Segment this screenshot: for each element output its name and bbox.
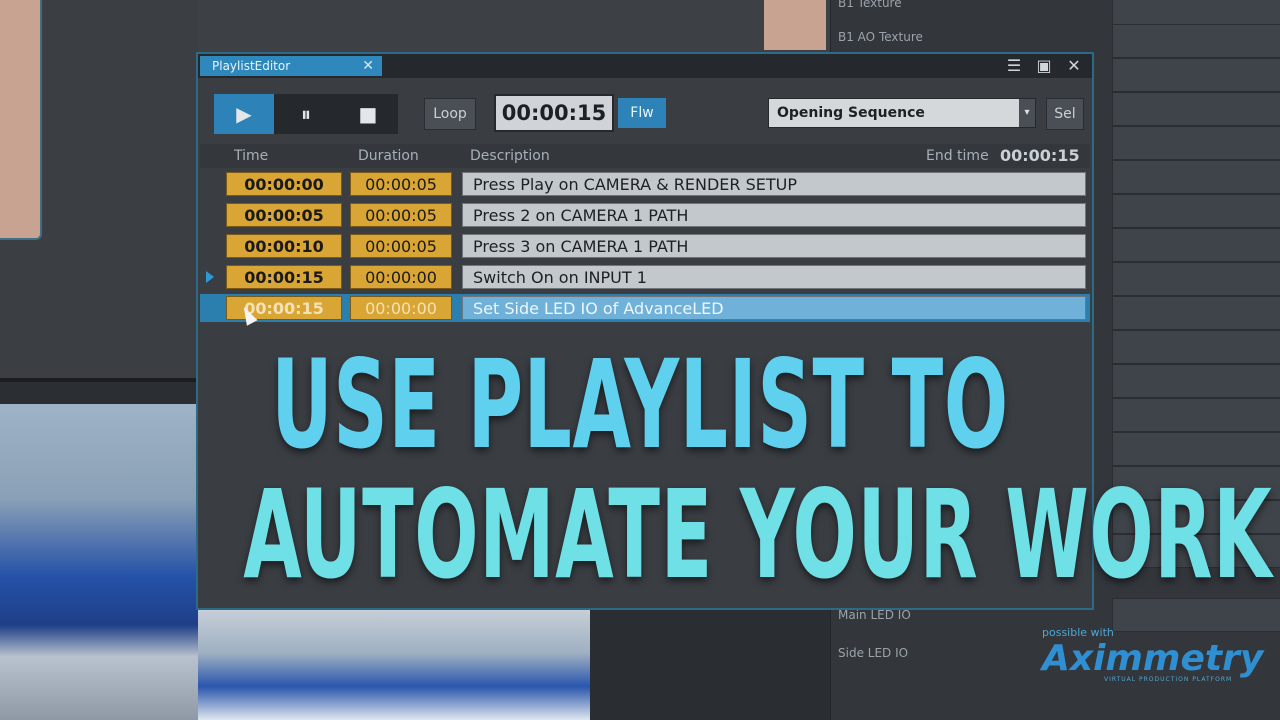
- column-description: Description: [470, 148, 550, 164]
- tab-title: PlaylistEditor: [212, 59, 291, 73]
- property-field[interactable]: [1112, 24, 1280, 58]
- tab-playlist-editor[interactable]: PlaylistEditor ✕: [200, 56, 382, 76]
- play-icon: ▶: [236, 102, 252, 126]
- play-position-marker-icon: [206, 271, 214, 283]
- property-field[interactable]: [1112, 160, 1280, 194]
- title-bar: PlaylistEditor ✕ ☰ ▣ ✕: [198, 54, 1092, 78]
- loop-button[interactable]: Loop: [424, 98, 476, 130]
- headline-line-1: USE PLAYLIST TO: [271, 334, 1009, 476]
- aximmetry-logo: Aximmetry: [1042, 638, 1264, 679]
- property-field[interactable]: [1112, 296, 1280, 330]
- background-studio-render: [0, 404, 198, 720]
- background-studio-render-2: [198, 608, 598, 720]
- background-top-strip: [198, 0, 830, 52]
- table-row[interactable]: 00:00:10 00:00:05 Press 3 on CAMERA 1 PA…: [200, 232, 1090, 260]
- column-duration: Duration: [358, 148, 419, 164]
- menu-icon[interactable]: ☰: [1004, 56, 1024, 76]
- property-field[interactable]: [1112, 330, 1280, 364]
- property-field[interactable]: [1112, 194, 1280, 228]
- table-row[interactable]: 00:00:05 00:00:05 Press 2 on CAMERA 1 PA…: [200, 201, 1090, 229]
- play-button[interactable]: ▶: [214, 94, 274, 134]
- sequence-dropdown[interactable]: Opening Sequence ▾: [768, 98, 1036, 128]
- logo-tagline: VIRTUAL PRODUCTION PLATFORM: [1104, 676, 1233, 683]
- property-field[interactable]: [1112, 262, 1280, 296]
- property-field[interactable]: [1112, 58, 1280, 92]
- stop-icon: ■: [358, 102, 378, 126]
- flw-button[interactable]: Flw: [618, 98, 666, 128]
- current-time-display: 00:00:15: [494, 94, 614, 132]
- transport-controls: ▶ ⏸ ■: [214, 94, 398, 134]
- end-time-value: 00:00:15: [1000, 146, 1080, 165]
- headline-line-2: AUTOMATE YOUR WORK: [243, 464, 1273, 606]
- pause-icon: ⏸: [301, 102, 311, 126]
- end-time-label: End time: [926, 148, 989, 164]
- row-description[interactable]: Set Side LED IO of AdvanceLED: [462, 296, 1086, 320]
- stop-button[interactable]: ■: [338, 94, 398, 134]
- row-time[interactable]: 00:00:15: [226, 265, 342, 289]
- close-icon[interactable]: ✕: [1064, 56, 1084, 76]
- row-duration[interactable]: 00:00:05: [350, 172, 452, 196]
- property-label-main-led-io: Main LED IO: [838, 608, 911, 622]
- row-description[interactable]: Press Play on CAMERA & RENDER SETUP: [462, 172, 1086, 196]
- column-header: Time Duration Description End time 00:00…: [200, 144, 1090, 168]
- property-field[interactable]: [1112, 126, 1280, 160]
- property-field[interactable]: [1112, 364, 1280, 398]
- property-label-b1-texture: B1 Texture: [838, 0, 902, 10]
- background-divider: [0, 378, 198, 382]
- table-row[interactable]: 00:00:00 00:00:05 Press Play on CAMERA &…: [200, 170, 1090, 198]
- table-row-selected[interactable]: 00:00:15 00:00:00 Set Side LED IO of Adv…: [200, 294, 1090, 322]
- pause-button[interactable]: ⏸: [276, 94, 336, 134]
- property-field[interactable]: [1112, 398, 1280, 432]
- property-field[interactable]: [1112, 0, 1280, 26]
- row-duration[interactable]: 00:00:00: [350, 265, 452, 289]
- row-duration[interactable]: 00:00:05: [350, 203, 452, 227]
- row-duration[interactable]: 00:00:05: [350, 234, 452, 258]
- background-dark-panel: [590, 608, 830, 720]
- row-time[interactable]: 00:00:10: [226, 234, 342, 258]
- maximize-icon[interactable]: ▣: [1034, 56, 1054, 76]
- sel-button[interactable]: Sel: [1046, 98, 1084, 130]
- table-row[interactable]: 00:00:15 00:00:00 Switch On on INPUT 1: [200, 263, 1090, 291]
- column-time: Time: [234, 148, 269, 164]
- sequence-value: Opening Sequence: [777, 105, 925, 121]
- property-label-b1-ao-texture: B1 AO Texture: [838, 30, 923, 44]
- background-peach-block: [764, 0, 826, 50]
- property-label-side-led-io: Side LED IO: [838, 646, 909, 660]
- row-time[interactable]: 00:00:00: [226, 172, 342, 196]
- row-description[interactable]: Switch On on INPUT 1: [462, 265, 1086, 289]
- row-description[interactable]: Press 3 on CAMERA 1 PATH: [462, 234, 1086, 258]
- toolbar: ▶ ⏸ ■ Loop 00:00:15 Flw Opening Sequence…: [202, 84, 1088, 138]
- background-panel-peach: [0, 0, 42, 240]
- property-field[interactable]: [1112, 432, 1280, 466]
- property-field[interactable]: [1112, 92, 1280, 126]
- row-description[interactable]: Press 2 on CAMERA 1 PATH: [462, 203, 1086, 227]
- row-time[interactable]: 00:00:05: [226, 203, 342, 227]
- property-field[interactable]: [1112, 228, 1280, 262]
- row-duration[interactable]: 00:00:00: [350, 296, 452, 320]
- chevron-down-icon[interactable]: ▾: [1019, 99, 1035, 127]
- tab-close-icon[interactable]: ✕: [362, 56, 374, 76]
